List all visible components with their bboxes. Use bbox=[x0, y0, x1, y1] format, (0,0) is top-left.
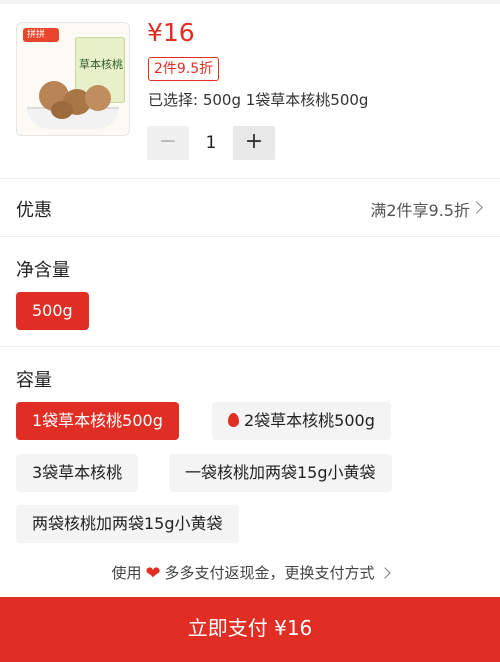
discount-label: 优惠 bbox=[16, 200, 52, 221]
net-content-option-500g[interactable]: 500g bbox=[16, 292, 89, 330]
promo-badge: 2件9.5折 bbox=[148, 57, 220, 81]
decrease-quantity-button[interactable]: − bbox=[147, 126, 189, 160]
capacity-option-1[interactable]: 1袋草本核桃500g bbox=[16, 402, 179, 440]
chevron-right-icon bbox=[378, 567, 391, 579]
heart-icon: ❤ bbox=[145, 563, 161, 584]
plus-icon: + bbox=[244, 129, 264, 154]
chevron-right-icon[interactable] bbox=[470, 201, 483, 214]
capacity-option-2-label: 2袋草本核桃500g bbox=[244, 411, 375, 430]
divider bbox=[0, 236, 500, 237]
increase-quantity-button[interactable]: + bbox=[233, 126, 275, 160]
product-price: ¥16 bbox=[147, 18, 195, 47]
quantity-value[interactable]: 1 bbox=[189, 126, 233, 160]
capacity-option-5[interactable]: 两袋核桃加两袋15g小黄袋 bbox=[16, 505, 239, 543]
selected-spec-text: 已选择: 500g 1袋草本核桃500g bbox=[148, 91, 369, 109]
brand-logo: 拼拼 bbox=[23, 28, 59, 42]
discount-value[interactable]: 满2件享9.5折 bbox=[370, 197, 470, 221]
payment-method-hint[interactable]: 使用 ❤ 多多支付返现金，更换支付方式 bbox=[0, 555, 500, 595]
quantity-stepper: − 1 + bbox=[147, 126, 275, 160]
product-thumbnail[interactable]: 拼拼 草本核桃 bbox=[16, 22, 130, 136]
net-content-label: 净含量 bbox=[16, 260, 70, 281]
walnut-image bbox=[51, 101, 73, 119]
divider bbox=[0, 346, 500, 347]
fire-icon bbox=[228, 413, 239, 427]
bag-title: 草本核桃 bbox=[79, 58, 123, 71]
payment-hint-text: 多多支付返现金，更换支付方式 bbox=[164, 564, 375, 582]
payment-hint-prefix: 使用 bbox=[111, 564, 142, 582]
capacity-option-4[interactable]: 一袋核桃加两袋15g小黄袋 bbox=[169, 454, 392, 492]
capacity-option-2[interactable]: 2袋草本核桃500g bbox=[212, 402, 391, 440]
walnut-image bbox=[85, 85, 111, 111]
capacity-option-3[interactable]: 3袋草本核桃 bbox=[16, 454, 139, 492]
divider bbox=[0, 178, 500, 179]
top-strip bbox=[0, 0, 500, 4]
pay-now-button[interactable]: 立即支付 ¥16 bbox=[0, 597, 500, 662]
minus-icon: − bbox=[158, 129, 178, 154]
capacity-label: 容量 bbox=[16, 370, 52, 391]
